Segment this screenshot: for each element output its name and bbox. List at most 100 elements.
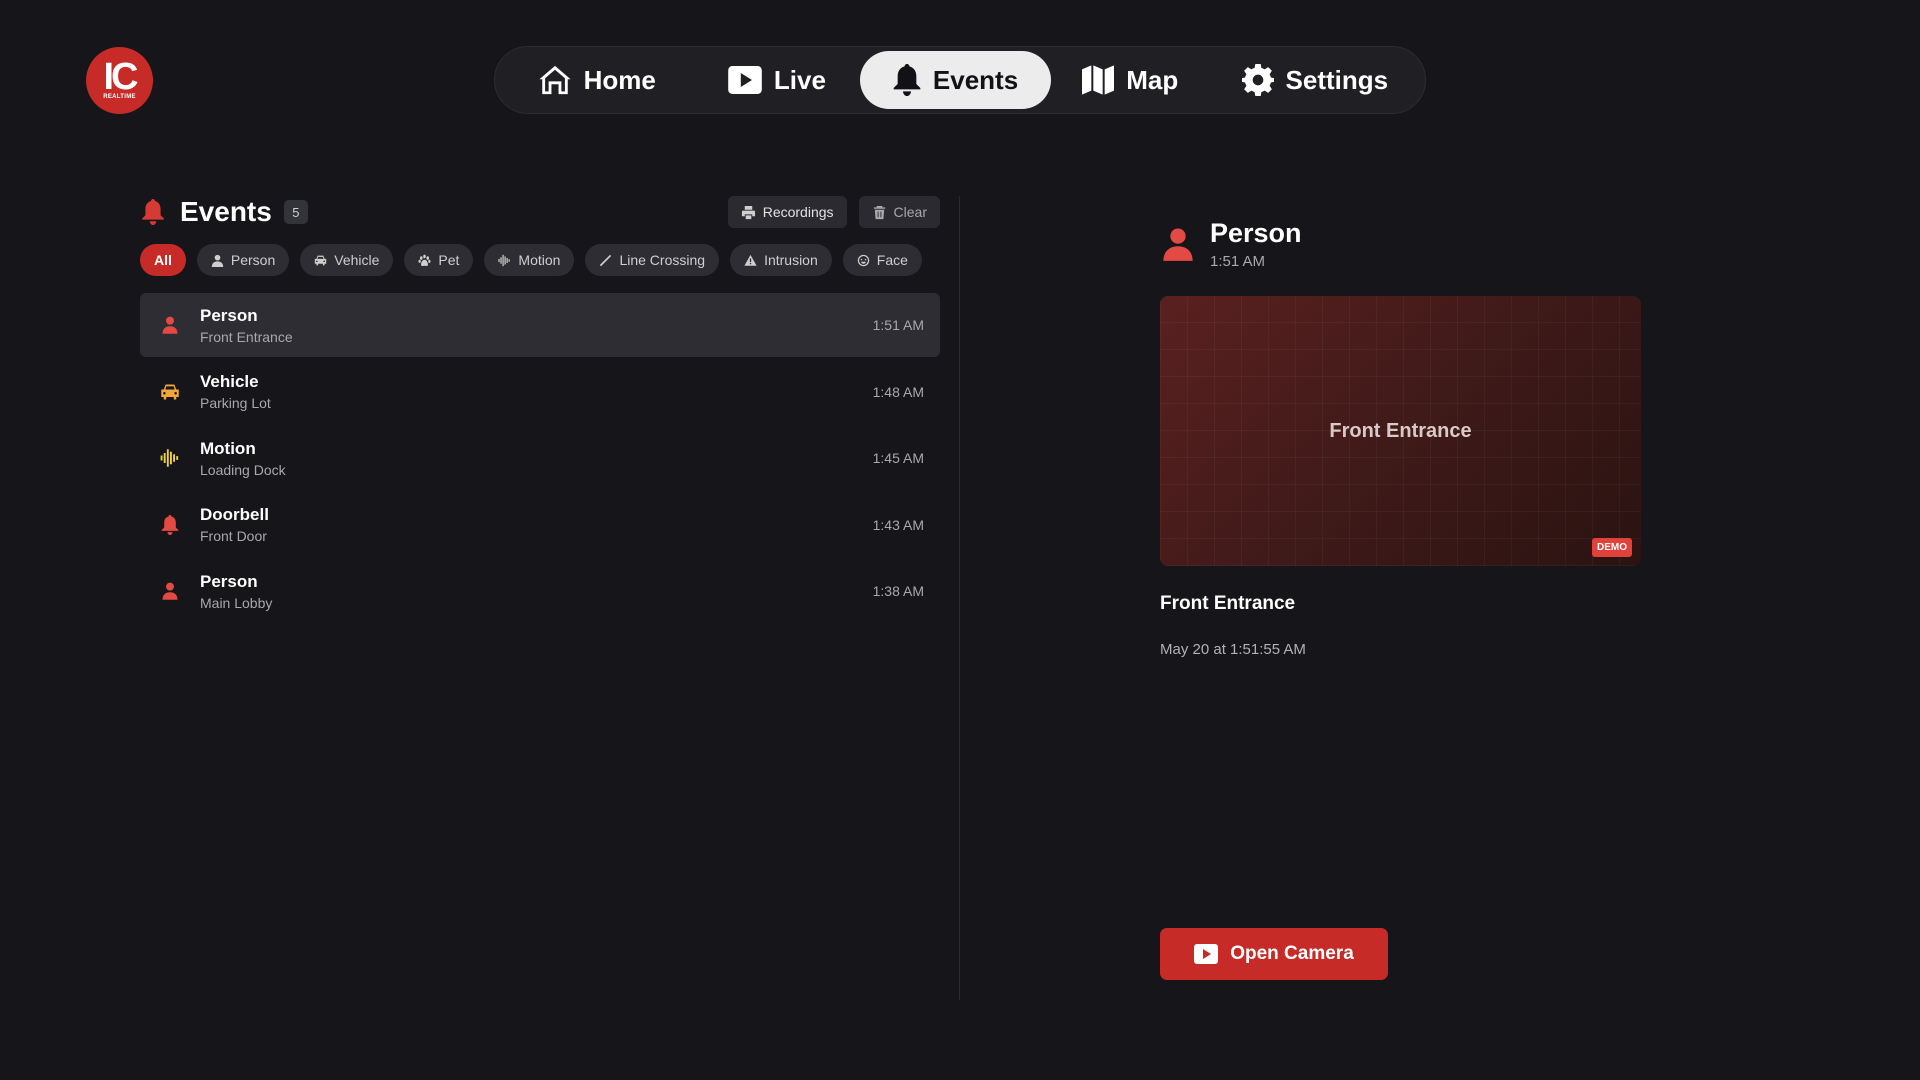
event-detail: Person 1:51 AM Front Entrance DEMO Front… xyxy=(1160,218,1641,658)
filter-vehicle-label: Vehicle xyxy=(334,252,380,268)
filter-all-label: All xyxy=(154,252,172,268)
events-actions: Recordings Clear xyxy=(727,196,940,228)
event-location: Front Door xyxy=(200,528,267,545)
event-title: Doorbell xyxy=(200,505,269,525)
event-text: Vehicle Parking Lot xyxy=(200,372,271,411)
nav-settings[interactable]: Settings xyxy=(1210,51,1420,109)
nav-settings-label: Settings xyxy=(1285,64,1389,95)
home-icon xyxy=(539,65,571,95)
event-time: 1:38 AM xyxy=(872,583,924,600)
event-title: Person xyxy=(200,571,258,591)
filter-chips: All Person Vehicle Pet Motion Line Cross… xyxy=(140,244,940,276)
events-title: Events xyxy=(180,196,272,227)
paw-icon xyxy=(418,254,431,266)
filter-person-label: Person xyxy=(230,252,276,268)
line-icon xyxy=(600,254,612,266)
bell-icon xyxy=(142,199,164,225)
event-text: Person Main Lobby xyxy=(200,572,272,611)
person-icon xyxy=(211,254,224,267)
events-list: Person Front Entrance 1:51 AM Vehicle Pa… xyxy=(140,293,940,623)
filter-line-crossing[interactable]: Line Crossing xyxy=(585,244,720,276)
recordings-label: Recordings xyxy=(762,204,834,220)
event-location: Main Lobby xyxy=(200,594,273,611)
filter-face[interactable]: Face xyxy=(842,244,922,276)
event-row[interactable]: Doorbell Front Door 1:43 AM xyxy=(140,493,940,557)
event-location: Parking Lot xyxy=(200,395,271,412)
camera-name: Front Entrance xyxy=(1160,593,1296,614)
detail-time: 1:51 AM xyxy=(1210,253,1266,270)
filter-all[interactable]: All xyxy=(140,244,186,276)
filter-line-crossing-label: Line Crossing xyxy=(619,252,706,268)
event-location: Front Entrance xyxy=(200,328,293,345)
event-time: 1:43 AM xyxy=(872,516,924,533)
event-text: Doorbell Front Door xyxy=(200,505,269,544)
nav-live-label: Live xyxy=(773,64,826,95)
map-icon xyxy=(1082,65,1115,95)
events-header: Events 5 Recordings Clear xyxy=(140,196,940,228)
printer-icon xyxy=(741,205,755,219)
gear-icon xyxy=(1241,64,1274,96)
nav-home[interactable]: Home xyxy=(500,51,694,109)
filter-intrusion[interactable]: Intrusion xyxy=(730,244,832,276)
clear-label: Clear xyxy=(893,204,927,220)
event-title: Vehicle xyxy=(200,372,259,392)
nav-events-label: Events xyxy=(932,64,1019,95)
filter-person[interactable]: Person xyxy=(196,244,290,276)
detail-header: Person 1:51 AM xyxy=(1160,218,1641,270)
detail-heading: Person 1:51 AM xyxy=(1210,218,1302,270)
event-title: Person xyxy=(200,305,258,325)
waveform-icon xyxy=(498,254,511,266)
preview-label: Front Entrance xyxy=(1329,419,1472,442)
event-time: 1:51 AM xyxy=(872,317,924,333)
filter-face-label: Face xyxy=(876,252,908,268)
event-text: Motion Loading Dock xyxy=(200,439,286,478)
detail-title: Person xyxy=(1210,218,1302,248)
trash-icon xyxy=(873,205,885,219)
top-nav: Home Live Events Map Settings xyxy=(494,46,1426,114)
warning-icon xyxy=(744,254,757,266)
filter-motion[interactable]: Motion xyxy=(484,244,575,276)
event-row[interactable]: Person Front Entrance 1:51 AM xyxy=(140,293,940,357)
event-text: Person Front Entrance xyxy=(200,306,293,345)
camera-preview[interactable]: Front Entrance DEMO xyxy=(1160,296,1641,566)
waveform-icon xyxy=(158,446,182,470)
person-icon xyxy=(1163,228,1193,261)
event-time: 1:48 AM xyxy=(872,383,924,400)
event-time: 1:45 AM xyxy=(872,450,924,467)
filter-intrusion-label: Intrusion xyxy=(764,252,818,268)
nav-live[interactable]: Live xyxy=(694,51,861,109)
event-row[interactable]: Person Main Lobby 1:38 AM xyxy=(140,559,940,623)
logo-text: IC xyxy=(103,55,139,98)
clear-button[interactable]: Clear xyxy=(858,196,940,228)
demo-badge: DEMO xyxy=(1592,538,1632,557)
open-camera-button[interactable]: Open Camera xyxy=(1160,928,1388,980)
panel-divider xyxy=(959,196,960,1000)
event-date: May 20 at 1:51:55 AM xyxy=(1160,641,1306,658)
bell-icon xyxy=(893,64,921,96)
person-icon xyxy=(158,579,182,603)
play-icon xyxy=(728,66,762,94)
logo-subtext: REALTIME xyxy=(103,93,136,100)
car-icon xyxy=(158,380,182,404)
event-row[interactable]: Vehicle Parking Lot 1:48 AM xyxy=(140,360,940,424)
recordings-button[interactable]: Recordings xyxy=(727,196,847,228)
app-logo: IC REALTIME xyxy=(86,47,153,114)
filter-pet[interactable]: Pet xyxy=(404,244,474,276)
event-location: Loading Dock xyxy=(200,461,286,478)
face-icon xyxy=(857,254,869,266)
nav-home-label: Home xyxy=(583,64,656,95)
nav-events[interactable]: Events xyxy=(860,51,1051,109)
filter-motion-label: Motion xyxy=(518,252,561,268)
filter-pet-label: Pet xyxy=(438,252,460,268)
event-row[interactable]: Motion Loading Dock 1:45 AM xyxy=(140,426,940,490)
open-camera-label: Open Camera xyxy=(1230,943,1354,964)
car-icon xyxy=(315,255,327,265)
nav-map[interactable]: Map xyxy=(1051,51,1210,109)
event-title: Motion xyxy=(200,438,256,458)
filter-vehicle[interactable]: Vehicle xyxy=(300,244,394,276)
nav-map-label: Map xyxy=(1126,64,1179,95)
events-count-badge: 5 xyxy=(283,200,308,224)
person-icon xyxy=(158,313,182,337)
events-panel: Events 5 Recordings Clear All Person Veh… xyxy=(140,196,940,626)
bell-icon xyxy=(158,513,182,537)
